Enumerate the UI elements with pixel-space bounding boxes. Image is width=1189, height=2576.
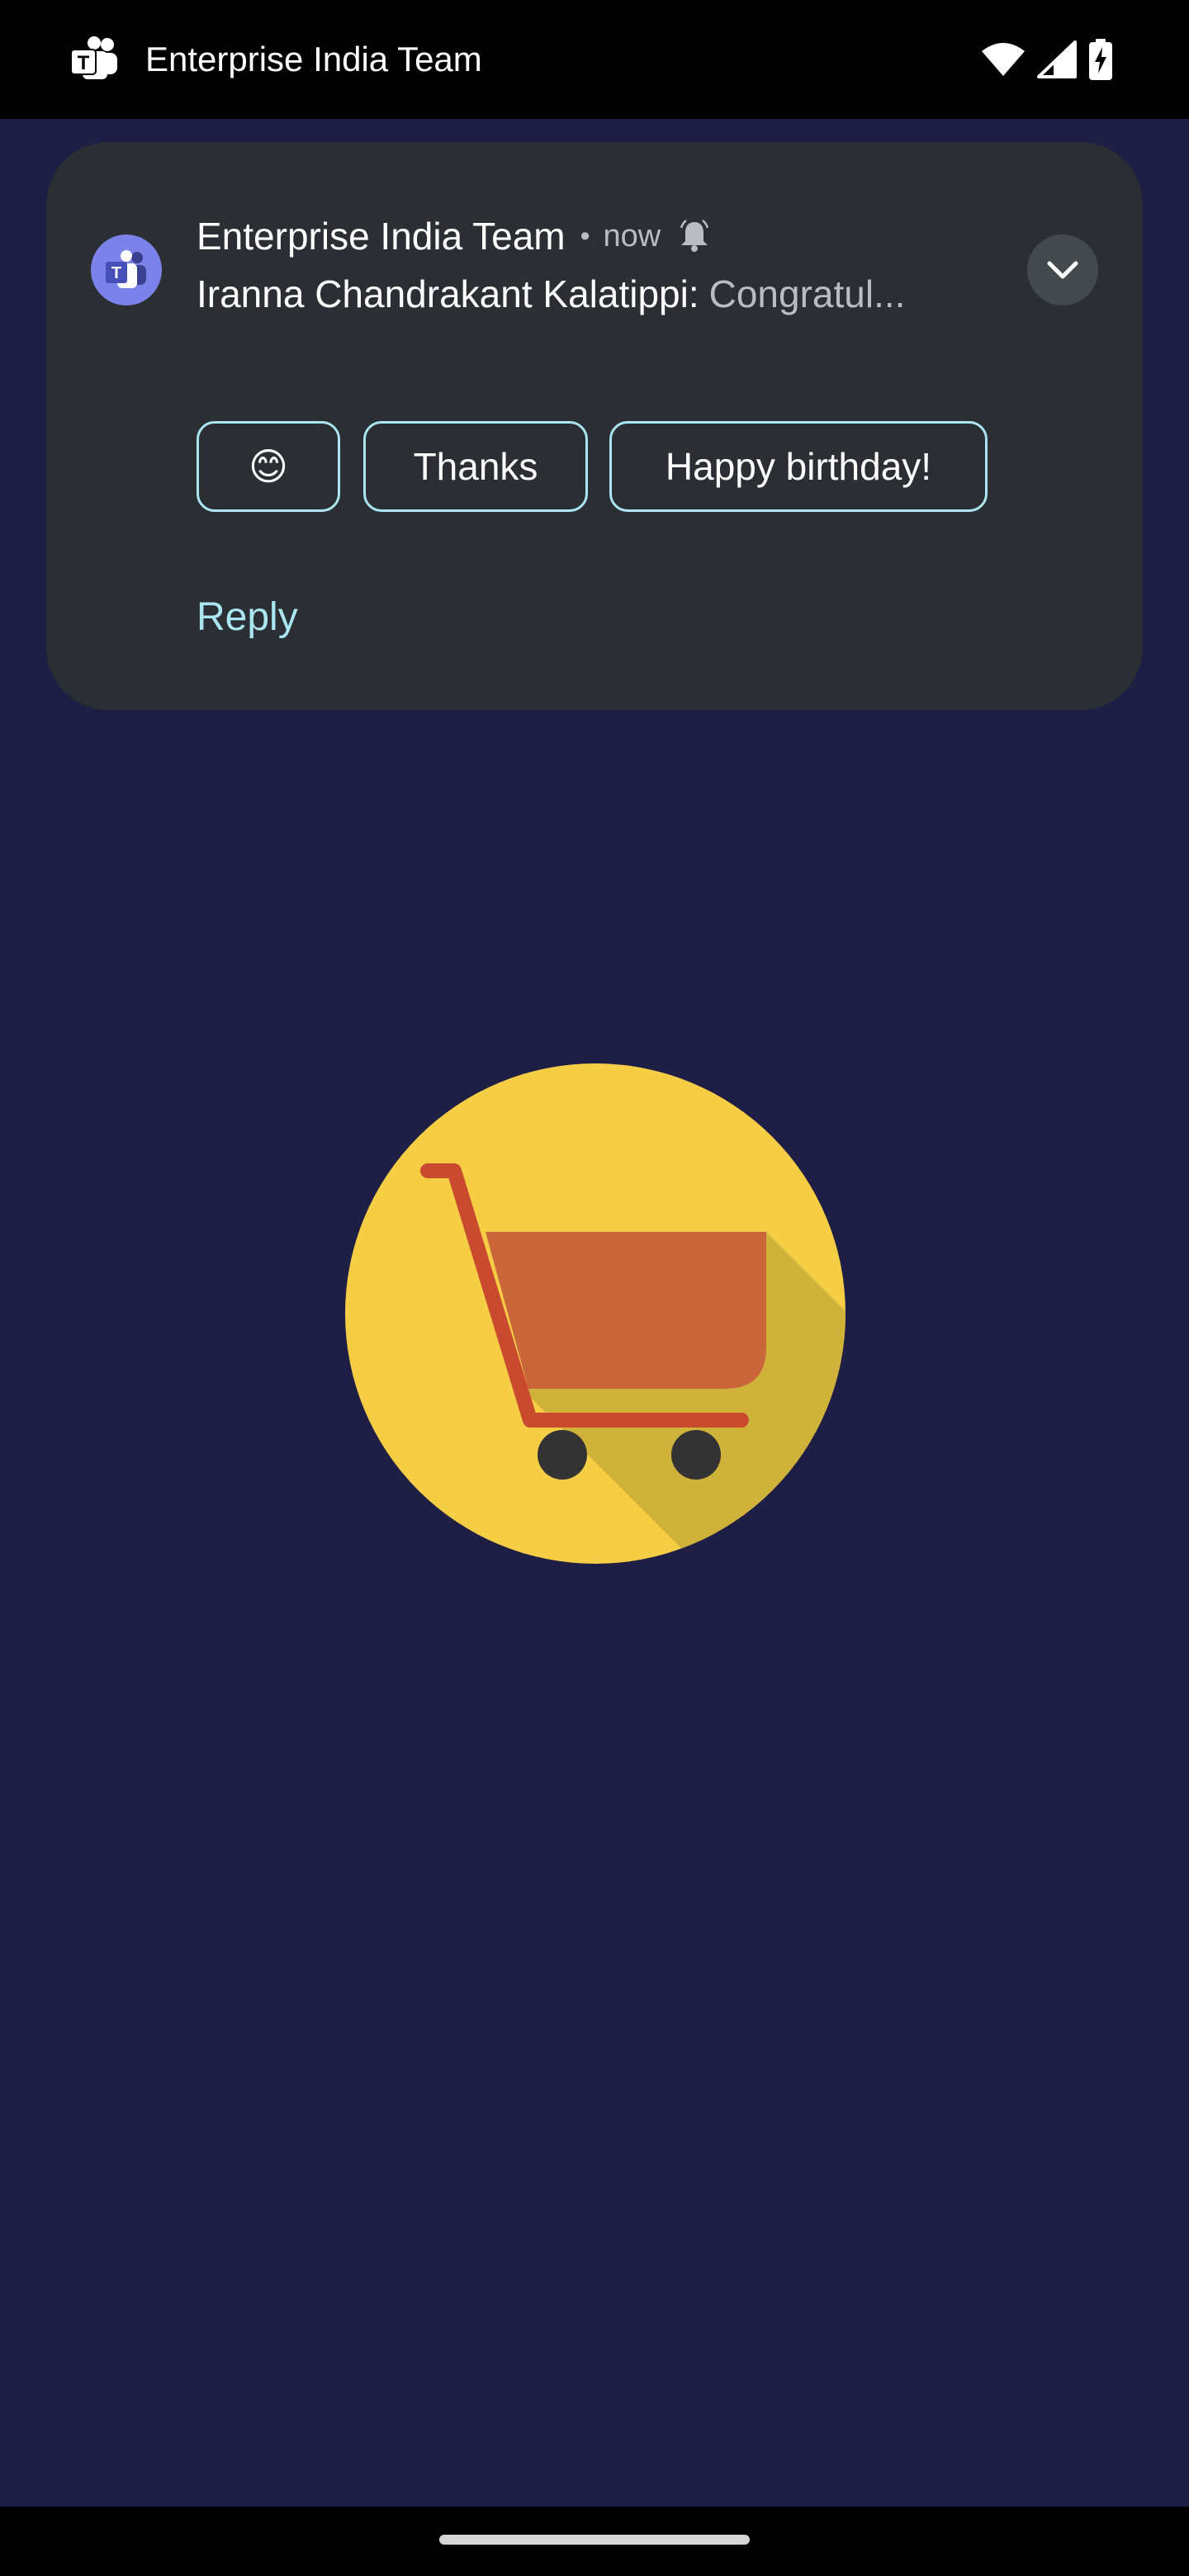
smart-reply-thanks[interactable]: Thanks <box>363 421 588 512</box>
chevron-down-icon <box>1047 261 1078 279</box>
status-bar: T Enterprise India Team <box>0 0 1189 119</box>
reply-button[interactable]: Reply <box>197 588 298 647</box>
microsoft-teams-icon: T <box>71 36 117 79</box>
cellular-signal-icon <box>1037 40 1077 78</box>
navigation-bar <box>0 2507 1189 2576</box>
notification-preview: Congratul... <box>708 272 906 315</box>
microsoft-teams-icon: T <box>91 234 162 305</box>
notification-header: Enterprise India Team • now <box>197 211 710 261</box>
svg-text:T: T <box>78 52 90 74</box>
bell-icon <box>680 220 709 252</box>
home-gesture-handle[interactable] <box>439 2535 750 2545</box>
svg-text:T: T <box>111 264 121 282</box>
wifi-icon <box>982 43 1025 76</box>
notification-sender: Iranna Chandrakant Kalatippi: <box>197 272 699 315</box>
message-notification[interactable]: T Enterprise India Team • now Iranna Cha… <box>46 142 1143 710</box>
notification-app-name: Enterprise India Team <box>197 215 566 258</box>
smart-reply-happy-birthday[interactable]: Happy birthday! <box>609 421 988 512</box>
status-bar-title: Enterprise India Team <box>145 40 482 78</box>
expand-button[interactable] <box>1027 234 1098 305</box>
header-separator: • <box>580 220 590 252</box>
smart-reply-emoji[interactable]: 😊 <box>197 421 340 512</box>
notification-body: Iranna Chandrakant Kalatippi: Congratul..… <box>197 269 1022 319</box>
status-icons <box>981 36 1113 83</box>
battery-charging-icon <box>1089 39 1112 80</box>
notification-time: now <box>603 219 661 253</box>
shopping-cart-icon <box>345 1063 846 1564</box>
